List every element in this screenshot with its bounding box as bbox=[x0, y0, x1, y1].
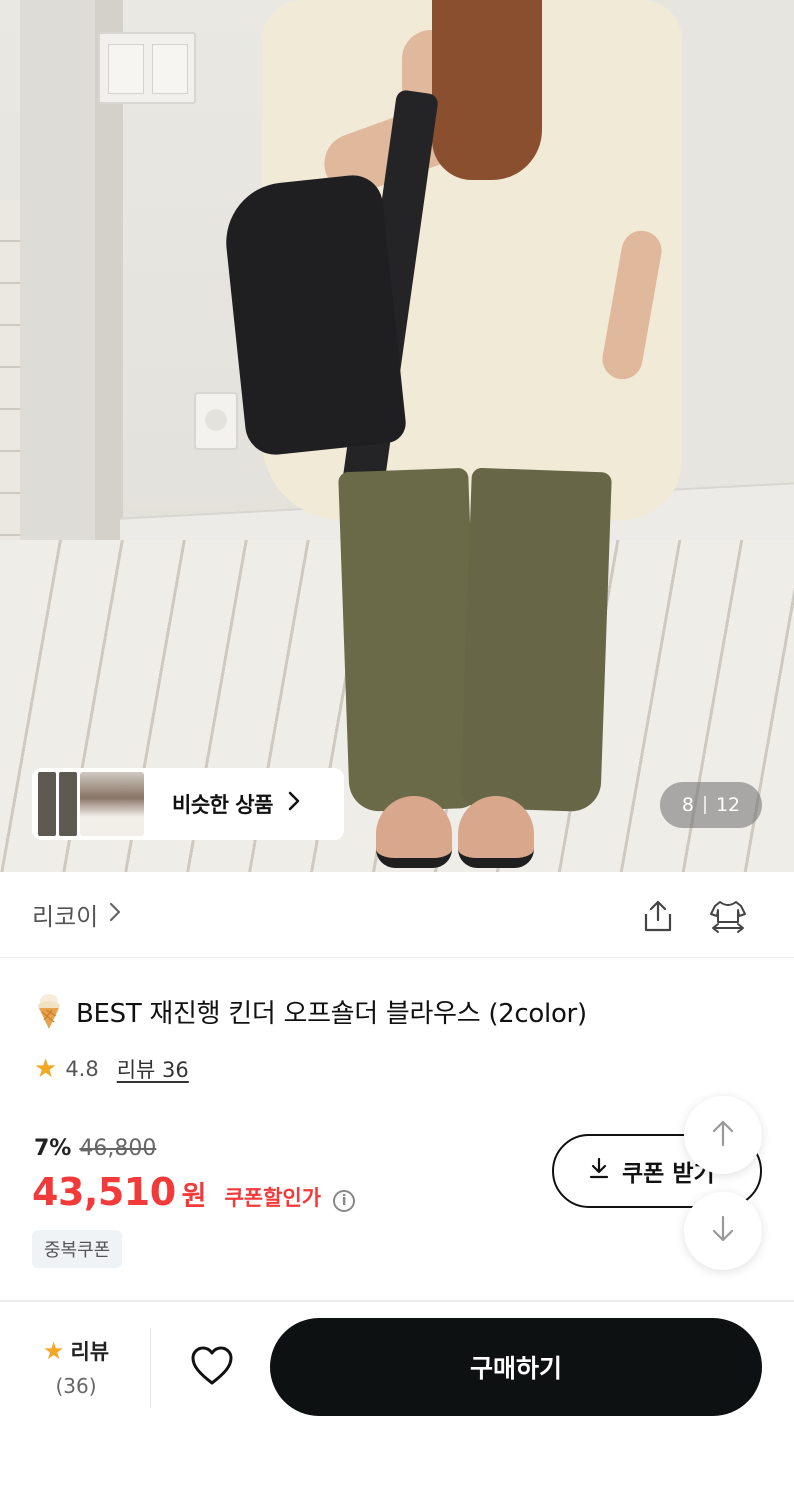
heart-icon bbox=[189, 1345, 235, 1391]
arrow-up-icon bbox=[709, 1118, 737, 1152]
compare-icon[interactable] bbox=[706, 894, 750, 938]
download-icon bbox=[588, 1156, 610, 1186]
review-link[interactable]: 리뷰 36 bbox=[117, 1054, 189, 1084]
star-icon: ★ bbox=[42, 1337, 65, 1365]
product-title-text: BEST 재진행 킨더 오프숄더 블라우스 (2color) bbox=[76, 998, 587, 1029]
current-price: 43,510 bbox=[32, 1170, 176, 1214]
chevron-right-icon bbox=[287, 790, 301, 818]
rating-score: 4.8 bbox=[65, 1057, 99, 1081]
image-index: 8 bbox=[681, 794, 694, 816]
review-tab-count: (36) bbox=[55, 1374, 97, 1398]
chevron-right-icon bbox=[108, 900, 122, 930]
share-icon[interactable] bbox=[636, 894, 680, 938]
duplicate-coupon-badge: 중복쿠폰 bbox=[32, 1230, 123, 1268]
arrow-down-icon bbox=[709, 1214, 737, 1248]
divider bbox=[0, 1300, 794, 1302]
product-title: BEST 재진행 킨더 오프숄더 블라우스 (2color) bbox=[34, 992, 587, 1030]
info-icon[interactable]: i bbox=[333, 1190, 356, 1212]
original-price: 46,800 bbox=[79, 1136, 157, 1161]
review-tab-label: 리뷰 bbox=[70, 1340, 110, 1364]
price-unit: 원 bbox=[181, 1181, 207, 1212]
star-icon: ★ bbox=[34, 1054, 58, 1084]
ice-cream-icon bbox=[34, 992, 64, 1030]
store-name-link[interactable]: 리코이 bbox=[32, 897, 98, 932]
discount-rate: 7% bbox=[34, 1136, 72, 1161]
buy-button[interactable]: 구매하기 bbox=[270, 1318, 762, 1416]
discount-row: 7% 46,800 bbox=[34, 1136, 156, 1161]
similar-products-button[interactable]: 비슷한 상품 bbox=[32, 768, 344, 840]
wishlist-button[interactable] bbox=[186, 1344, 238, 1392]
similar-thumbnails bbox=[38, 772, 146, 836]
review-tab-button[interactable]: ★ 리뷰 (36) bbox=[28, 1336, 124, 1408]
similar-products-label: 비슷한 상품 bbox=[172, 793, 273, 817]
scroll-down-button[interactable] bbox=[684, 1192, 762, 1270]
bottom-bar-separator bbox=[150, 1328, 151, 1408]
scroll-up-button[interactable] bbox=[684, 1096, 762, 1174]
product-image-carousel[interactable]: 비슷한 상품 8 12 bbox=[0, 0, 794, 872]
rating-row: ★ 4.8 리뷰 36 bbox=[34, 1054, 189, 1084]
price-row: 43,510 원 쿠폰할인가 i bbox=[32, 1170, 356, 1214]
coupon-price-label: 쿠폰할인가 bbox=[224, 1186, 322, 1210]
image-counter: 8 12 bbox=[660, 782, 762, 828]
image-total: 12 bbox=[715, 794, 741, 816]
